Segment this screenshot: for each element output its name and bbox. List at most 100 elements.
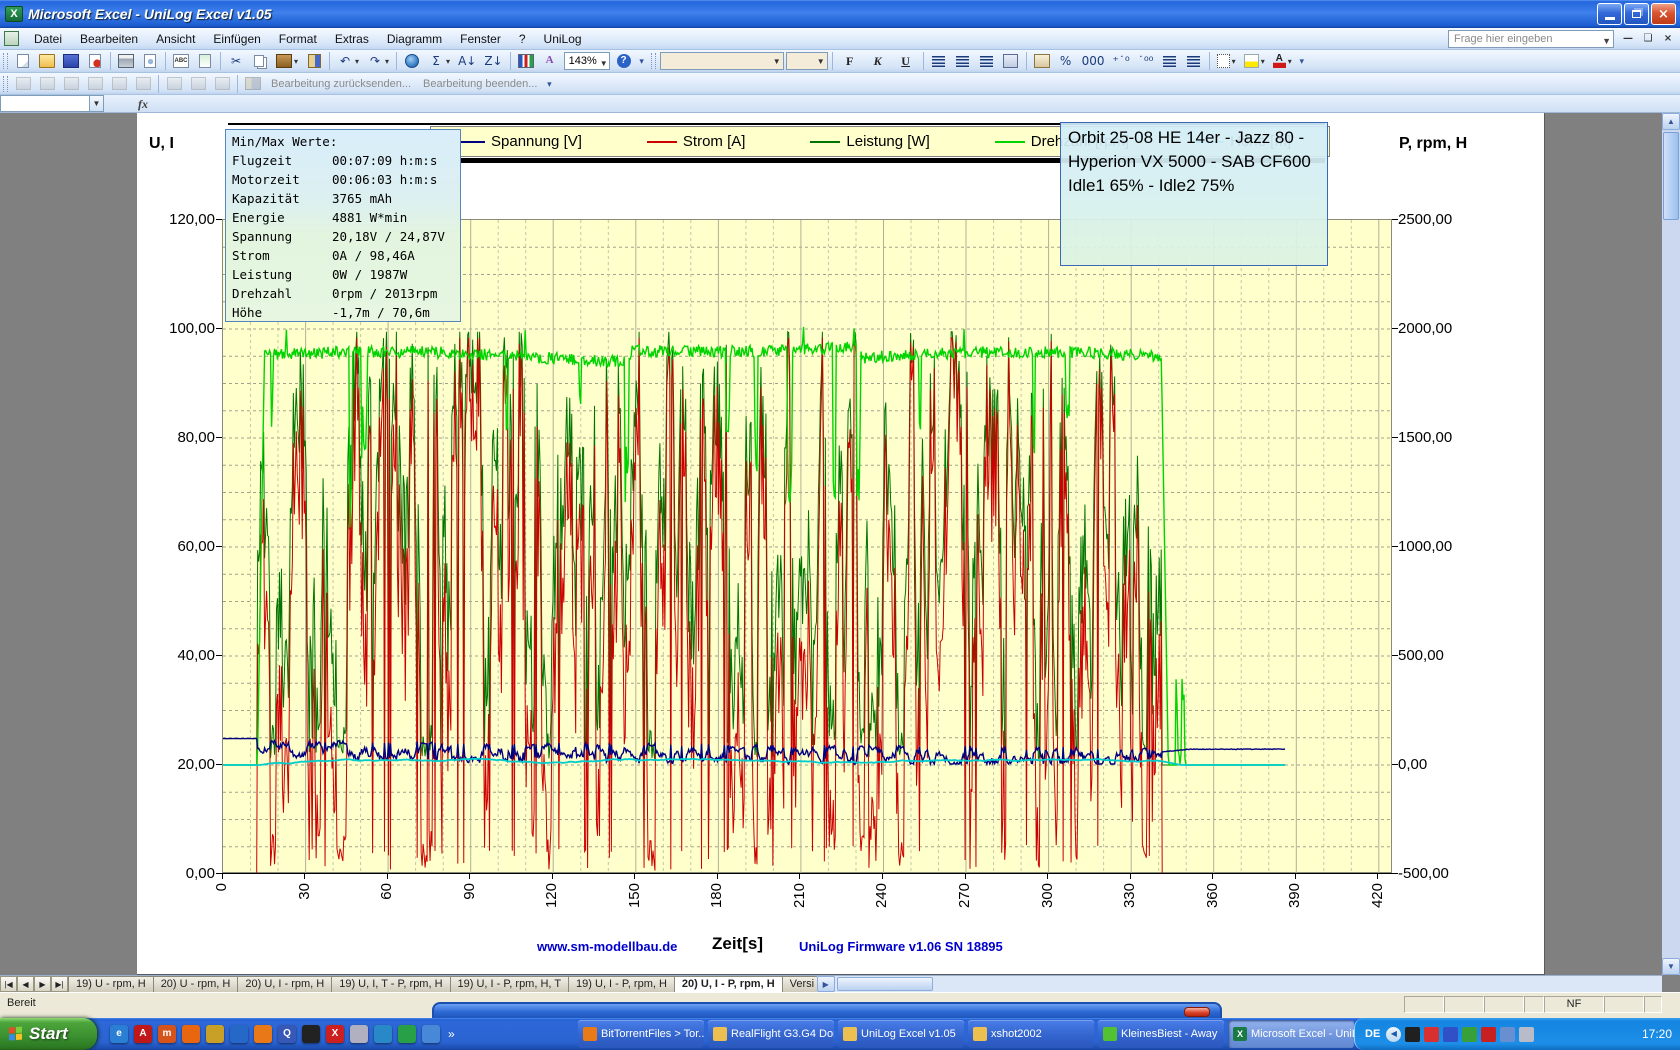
sheet-tab-4[interactable]: 19) U, I - P, rpm, H, T — [450, 976, 570, 992]
minimize-button[interactable] — [1597, 3, 1622, 25]
start-button[interactable]: Start — [0, 1018, 97, 1050]
winamp-icon[interactable] — [206, 1025, 224, 1043]
align-left-button[interactable] — [928, 51, 950, 71]
menu-item-7[interactable]: Fenster — [451, 29, 510, 49]
horizontal-scroll-thumb[interactable] — [837, 977, 933, 991]
legend-item-1[interactable]: Strom [A] — [647, 133, 746, 150]
reply-with-changes-button[interactable] — [242, 74, 264, 94]
scroll-down-icon[interactable]: ▼ — [1662, 958, 1680, 975]
task-button-2[interactable]: UniLog Excel v1.05 — [838, 1020, 964, 1048]
spelling-button[interactable]: ABC — [170, 51, 192, 71]
question-input[interactable]: Frage hier eingeben ▼ — [1448, 30, 1614, 48]
zoom-select[interactable]: 143%▼ — [564, 52, 610, 70]
tab-nav-first-icon[interactable]: |◀ — [0, 976, 17, 992]
underline-button[interactable]: U — [893, 51, 919, 71]
open-button[interactable] — [36, 51, 58, 71]
close-button[interactable]: × — [1651, 3, 1676, 25]
music-app-icon[interactable] — [254, 1025, 272, 1043]
align-center-button[interactable] — [952, 51, 974, 71]
print-button[interactable] — [115, 51, 137, 71]
send-back-edit-button[interactable]: Bearbeitung zurücksenden... — [265, 78, 417, 90]
print-preview-button[interactable] — [139, 51, 161, 71]
paste-button[interactable]: ▾ — [273, 51, 301, 71]
display-icon[interactable] — [422, 1025, 440, 1043]
question-dropdown-icon[interactable]: ▼ — [1602, 33, 1611, 49]
dropdown-icon[interactable]: ▾ — [1261, 57, 1265, 66]
dropdown-icon[interactable]: ▾ — [355, 57, 359, 66]
red-x-app-icon[interactable]: X — [326, 1025, 344, 1043]
sheet-tab-1[interactable]: 20) U - rpm, H — [153, 976, 239, 992]
tray-icon-antivirus[interactable] — [1405, 1027, 1420, 1042]
menu-item-4[interactable]: Format — [270, 29, 326, 49]
dropdown-icon[interactable]: ▾ — [294, 57, 298, 66]
menu-item-8[interactable]: ? — [510, 29, 535, 49]
toolbar-grip[interactable] — [3, 53, 8, 69]
sort-ascending-button[interactable]: A↓ — [455, 51, 479, 71]
restore-button[interactable] — [1624, 3, 1649, 25]
legend-item-2[interactable]: Leistung [W] — [810, 133, 929, 150]
website-link[interactable]: www.sm-modellbau.de — [537, 939, 677, 955]
hyperlink-button[interactable] — [401, 51, 423, 71]
tray-icon-audio[interactable] — [1443, 1027, 1458, 1042]
acrobat-icon[interactable]: A — [134, 1025, 152, 1043]
percent-button[interactable]: % — [1055, 51, 1077, 71]
review-button-3[interactable] — [84, 74, 106, 94]
fill-color-button[interactable]: ▾ — [1241, 51, 1268, 71]
review-button-7[interactable] — [187, 74, 209, 94]
menu-item-3[interactable]: Einfügen — [204, 29, 269, 49]
end-edit-button[interactable]: Bearbeitung beenden... — [417, 78, 543, 90]
minmax-textbox[interactable]: Min/Max Werte: Flugzeit00:07:09 h:m:sMot… — [225, 129, 461, 322]
menu-item-2[interactable]: Ansicht — [147, 29, 204, 49]
dropdown-icon[interactable]: ▾ — [1288, 57, 1292, 66]
review-button-5[interactable] — [132, 74, 154, 94]
font-dropdown-icon[interactable]: ▼ — [773, 57, 781, 66]
task-button-5[interactable]: XMicrosoft Excel - UniL... — [1228, 1020, 1354, 1048]
sheet-tab-0[interactable]: 19) U - rpm, H — [68, 976, 154, 992]
language-indicator[interactable]: DE — [1365, 1018, 1380, 1050]
dropdown-icon[interactable]: ▾ — [385, 57, 389, 66]
borders-button[interactable]: ▾ — [1214, 51, 1239, 71]
font-name-select[interactable]: ▼ — [660, 52, 784, 70]
tray-icon-power[interactable] — [1424, 1027, 1439, 1042]
tray-icon-volume[interactable] — [1519, 1027, 1534, 1042]
new-button[interactable] — [12, 51, 34, 71]
toolbar-grip[interactable] — [3, 76, 8, 92]
firefox-icon[interactable] — [182, 1025, 200, 1043]
toolbar-options-icon[interactable]: ▾ — [636, 52, 648, 70]
menu-item-6[interactable]: Diagramm — [378, 29, 451, 49]
toolbar-grip[interactable] — [651, 53, 656, 69]
save-button[interactable] — [60, 51, 82, 71]
review-button-2[interactable] — [60, 74, 82, 94]
sort-descending-button[interactable]: Z↓ — [481, 51, 505, 71]
sheet-tab-2[interactable]: 20) U, I - rpm, H — [237, 976, 332, 992]
doc-restore-button[interactable]: ❏ — [1640, 32, 1656, 46]
task-button-1[interactable]: RealFlight G3.G4 Don... — [708, 1020, 834, 1048]
name-box-dropdown-icon[interactable]: ▼ — [90, 95, 104, 112]
scroll-right-icon[interactable]: ▶ — [817, 976, 835, 992]
maxthon-icon[interactable]: m — [158, 1025, 176, 1043]
name-box[interactable] — [0, 95, 90, 112]
doc-minimize-button[interactable]: — — [1620, 32, 1636, 46]
chart-wizard-button[interactable] — [515, 51, 537, 71]
cut-button[interactable]: ✂ — [225, 51, 247, 71]
format-painter-button[interactable] — [303, 51, 325, 71]
quick-launch-overflow-icon[interactable]: » — [448, 1027, 455, 1041]
chart-sheet[interactable]: U, I P, rpm, H Spannung [V]Strom [A]Leis… — [137, 113, 1545, 975]
autosum-button[interactable]: Σ▾ — [425, 51, 453, 71]
copy-button[interactable] — [249, 51, 271, 71]
pda-icon[interactable] — [350, 1025, 368, 1043]
tray-icon-stop[interactable] — [1481, 1027, 1496, 1042]
permission-button[interactable] — [84, 51, 106, 71]
review-button-1[interactable] — [36, 74, 58, 94]
redo-button[interactable]: ↷▾ — [364, 51, 392, 71]
decrease-indent-button[interactable] — [1159, 51, 1181, 71]
doc-close-button[interactable]: × — [1660, 32, 1676, 46]
bold-button[interactable]: F — [837, 51, 863, 71]
task-button-3[interactable]: xshot2002 — [968, 1020, 1094, 1048]
green-app-icon[interactable] — [398, 1025, 416, 1043]
currency-button[interactable] — [1031, 51, 1053, 71]
hidden-window-close-button[interactable] — [1184, 1007, 1210, 1017]
hidden-window-titlebar[interactable] — [432, 1002, 1222, 1018]
internet-explorer-icon[interactable]: e — [110, 1025, 128, 1043]
tab-nav-next-icon[interactable]: ▶ — [34, 976, 51, 992]
